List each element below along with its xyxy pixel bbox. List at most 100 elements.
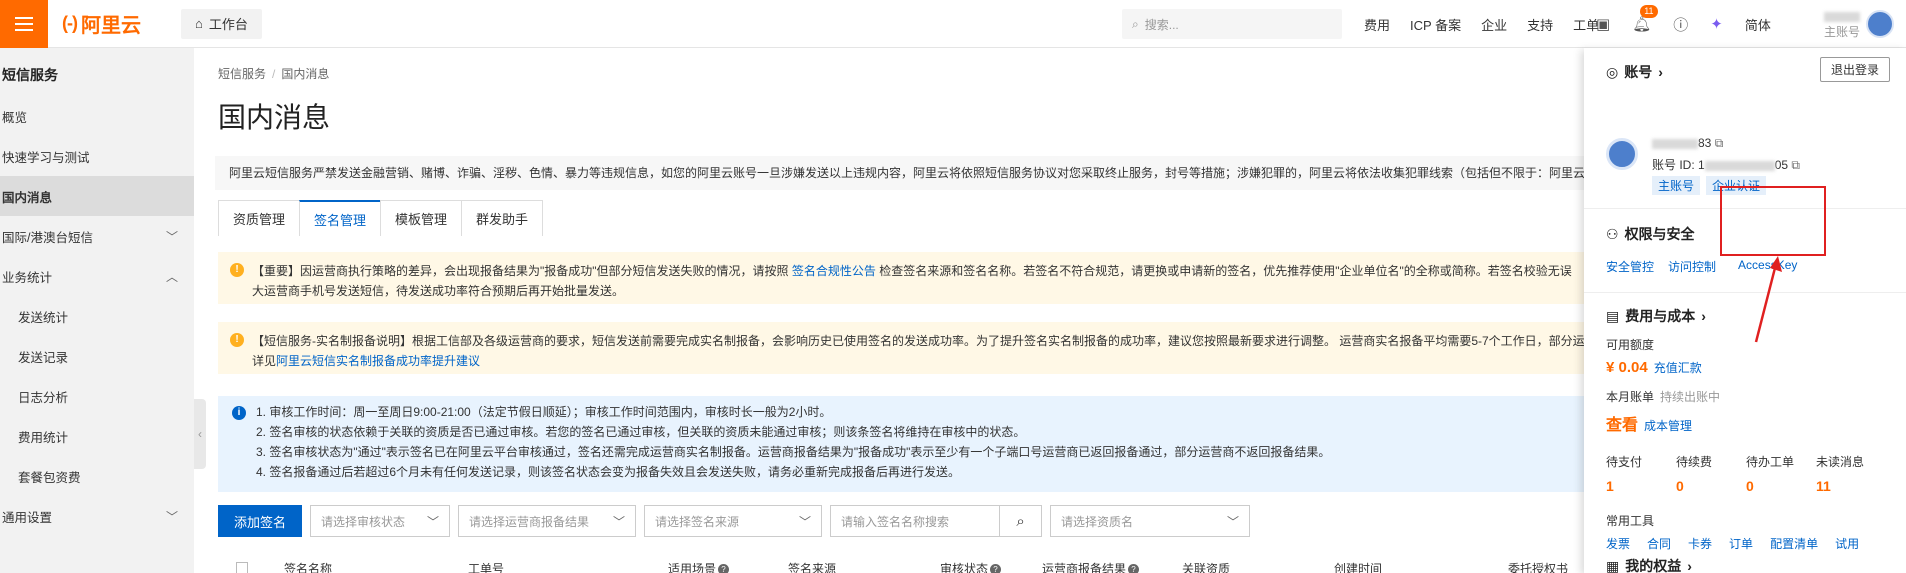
- column-header-label: 运营商报备结果: [1042, 562, 1127, 573]
- column-header[interactable]: 委托授权书: [1508, 560, 1568, 573]
- breadcrumb-item[interactable]: 短信服务: [218, 67, 266, 81]
- global-search-input[interactable]: ⌕ 搜索...: [1122, 9, 1342, 39]
- tab-qualification[interactable]: 资质管理: [218, 200, 301, 236]
- column-header[interactable]: 关联资质: [1182, 560, 1230, 573]
- signature-source-select[interactable]: 请选择签名来源 ﹀: [644, 505, 823, 537]
- column-header[interactable]: 适用场景?: [668, 560, 730, 573]
- rights-title-link[interactable]: ▦ 我的权益 ›: [1606, 556, 1906, 573]
- column-header[interactable]: 创建时间: [1334, 560, 1382, 573]
- sidebar-item-send-records[interactable]: 发送记录: [0, 336, 194, 376]
- tools-links: 发票 合同 卡券 订单 配置清单 试用: [1606, 535, 1906, 552]
- help-icon[interactable]: ?: [1128, 564, 1140, 573]
- stat-label[interactable]: 未读消息: [1816, 453, 1886, 470]
- compliance-link[interactable]: 签名合规性公告: [792, 264, 876, 278]
- ai-assistant-icon[interactable]: ✦: [1710, 15, 1723, 33]
- qualification-select[interactable]: 请选择资质名 ﹀: [1050, 505, 1251, 537]
- search-button[interactable]: ⌕: [1000, 505, 1043, 537]
- language-switch[interactable]: 简体: [1745, 15, 1771, 34]
- column-header[interactable]: 工单号: [468, 560, 504, 573]
- chevron-right-icon: ›: [1658, 64, 1663, 80]
- sidebar-item-overview[interactable]: 概览: [0, 96, 194, 136]
- nav-fees[interactable]: 费用: [1364, 15, 1390, 34]
- cost-management-link[interactable]: 成本管理: [1644, 417, 1692, 434]
- tab-signature[interactable]: 签名管理: [299, 200, 382, 236]
- stat-value[interactable]: 11: [1816, 478, 1886, 494]
- carrier-result-select[interactable]: 请选择运营商报备结果 ﹀: [458, 505, 637, 537]
- select-all-checkbox[interactable]: [236, 562, 248, 573]
- column-header-label: 审核状态: [940, 562, 989, 573]
- sidebar-item-international[interactable]: 国际/港澳台短信 ﹀: [0, 216, 194, 256]
- sidebar-item-domestic[interactable]: 国内消息: [0, 176, 194, 216]
- sidebar-item-settings[interactable]: 通用设置 ﹀: [0, 496, 194, 536]
- sidebar-item-statistics[interactable]: 业务统计 ︿: [0, 256, 194, 296]
- search-placeholder: 搜索...: [1144, 17, 1179, 32]
- security-control-link[interactable]: 安全管控: [1606, 258, 1654, 275]
- sidebar-collapse-handle[interactable]: ‹: [194, 399, 206, 469]
- column-header[interactable]: 审核状态?: [940, 560, 1002, 573]
- column-header[interactable]: 运营商报备结果?: [1042, 560, 1140, 573]
- sidebar-item-send-stats[interactable]: 发送统计: [0, 296, 194, 336]
- info-icon: i: [232, 406, 246, 420]
- signature-search-input[interactable]: 请输入签名名称搜索: [830, 505, 1001, 537]
- section-title: 权限与安全: [1624, 226, 1695, 242]
- breadcrumb-item: 国内消息: [281, 67, 330, 81]
- logout-button[interactable]: 退出登录: [1819, 57, 1890, 82]
- top-icons: ▣ 🔔︎ 11 ⓘ ✦ 简体: [1596, 0, 1771, 48]
- copy-icon[interactable]: ⧉: [1715, 136, 1724, 150]
- aliyun-logo-icon: (-): [62, 13, 78, 33]
- aliyun-logo[interactable]: (-) 阿里云: [62, 9, 141, 38]
- bell-icon[interactable]: 🔔︎ 11: [1632, 5, 1658, 33]
- column-header[interactable]: 签名来源: [788, 560, 836, 573]
- add-signature-button[interactable]: 添加签名: [218, 505, 303, 537]
- view-row: 查看 成本管理: [1606, 411, 1906, 435]
- nav-enterprise[interactable]: 企业: [1481, 15, 1507, 34]
- chevron-down-icon: ﹀: [613, 514, 626, 529]
- access-control-link[interactable]: 访问控制: [1668, 258, 1716, 275]
- stat-value[interactable]: 0: [1676, 478, 1746, 494]
- notification-badge: 11: [1640, 5, 1658, 18]
- sidebar-item-log-analysis[interactable]: 日志分析: [0, 376, 194, 416]
- help-icon[interactable]: ?: [990, 564, 1002, 573]
- user-shield-icon: ⚇: [1606, 225, 1619, 242]
- help-icon[interactable]: ?: [718, 564, 730, 573]
- sidebar-item-fee-stats[interactable]: 费用统计: [0, 416, 194, 456]
- stat-value[interactable]: 1: [1606, 478, 1676, 494]
- view-bill-link[interactable]: 查看: [1606, 411, 1638, 435]
- tool-order[interactable]: 订单: [1729, 535, 1753, 552]
- breadcrumb-separator: /: [272, 67, 276, 81]
- copy-icon[interactable]: ⧉: [1791, 158, 1800, 172]
- stat-label[interactable]: 待续费: [1676, 453, 1746, 470]
- sidebar-item-label: 费用统计: [18, 430, 69, 445]
- tool-contract[interactable]: 合同: [1647, 535, 1671, 552]
- stat-label[interactable]: 待办工单: [1746, 453, 1816, 470]
- chevron-up-icon: ︿: [165, 269, 178, 284]
- help-icon[interactable]: ⓘ: [1673, 14, 1688, 35]
- recharge-link[interactable]: 充值汇款: [1654, 359, 1702, 376]
- nav-icp[interactable]: ICP 备案: [1410, 15, 1461, 34]
- nav-support[interactable]: 支持: [1527, 15, 1553, 34]
- account-avatar: [1606, 138, 1638, 170]
- compliance-notice: 阿里云短信服务严禁发送金融营销、赌博、诈骗、淫秽、色情、暴力等违规信息，如您的阿…: [215, 156, 1587, 190]
- terminal-icon[interactable]: ▣: [1596, 15, 1610, 33]
- chevron-left-icon: ‹: [198, 427, 202, 441]
- review-status-select[interactable]: 请选择审核状态 ﹀: [310, 505, 451, 537]
- alert-line: 【短信服务-实名制报备说明】根据工信部及各级运营商的要求，短信发送前需要完成实名…: [252, 334, 1585, 348]
- user-identity[interactable]: 主账号: [1806, 8, 1860, 40]
- stat-label[interactable]: 待支付: [1606, 453, 1676, 470]
- menu-icon[interactable]: [0, 0, 48, 48]
- tool-trial[interactable]: 试用: [1835, 535, 1859, 552]
- column-header[interactable]: 签名名称: [284, 560, 332, 573]
- sidebar-item-quickstart[interactable]: 快速学习与测试: [0, 136, 194, 176]
- home-icon: ⌂: [194, 16, 203, 31]
- tool-coupon[interactable]: 卡券: [1688, 535, 1712, 552]
- tool-config-list[interactable]: 配置清单: [1770, 535, 1818, 552]
- sidebar-item-packages[interactable]: 套餐包资费: [0, 456, 194, 496]
- workbench-button[interactable]: ⌂ 工作台: [180, 8, 262, 39]
- realname-tips-link[interactable]: 阿里云短信实名制报备成功率提升建议: [276, 354, 480, 368]
- tab-bulk-send[interactable]: 群发助手: [461, 200, 544, 236]
- tab-template[interactable]: 模板管理: [380, 200, 463, 236]
- user-avatar[interactable]: [1866, 10, 1894, 38]
- annotation-arrow: [1754, 256, 1782, 343]
- stat-value[interactable]: 0: [1746, 478, 1816, 494]
- tool-invoice[interactable]: 发票: [1606, 535, 1630, 552]
